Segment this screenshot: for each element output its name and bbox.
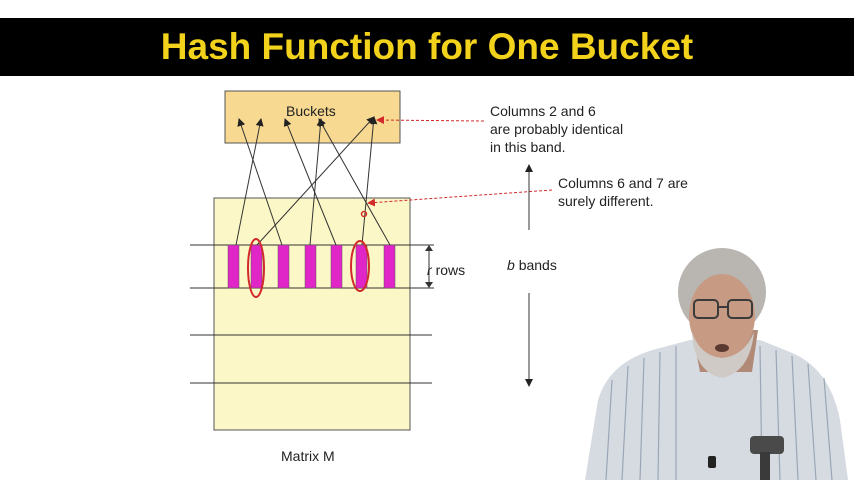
speaker-mouth [715,344,729,352]
speaker-photo [585,248,848,480]
